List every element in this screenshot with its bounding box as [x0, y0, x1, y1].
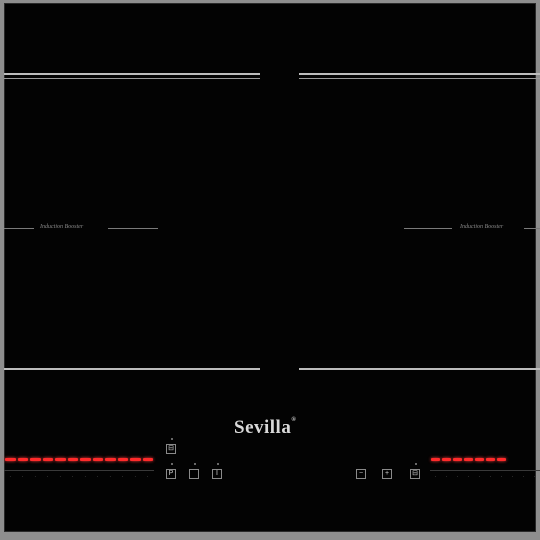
- left-power-slider[interactable]: · · · · · · · · · · · ·: [4, 456, 154, 486]
- cooktop-panel: Induction Booster Induction Booster Sevi…: [0, 0, 540, 540]
- power-level-segment: [497, 458, 506, 461]
- slider-tick-mark: ·: [109, 474, 112, 480]
- slider-tick-mark: ·: [84, 474, 87, 480]
- slider-tick-mark: ·: [478, 474, 481, 480]
- pause-button[interactable]: P: [166, 469, 176, 479]
- slider-tick-mark: ·: [21, 474, 24, 480]
- power-level-segment: [92, 458, 103, 461]
- power-level-segment: [464, 458, 473, 461]
- right-zone-label: Induction Booster: [460, 224, 504, 230]
- left-zone-dash-a: [4, 228, 34, 229]
- keep-warm-indicator-dot: [194, 463, 196, 465]
- slider-tick-mark: ·: [489, 474, 492, 480]
- slider-tick-mark: ·: [134, 474, 137, 480]
- slider-tick-mark: ·: [434, 474, 437, 480]
- power-level-segment: [475, 458, 484, 461]
- power-level-segment: [431, 458, 440, 461]
- power-level-segment: [5, 458, 16, 461]
- power-level-segment: [105, 458, 116, 461]
- timer-indicator-dot: [415, 463, 417, 465]
- brand-name: Sevilla: [234, 417, 292, 438]
- right-zone-marker: Induction Booster: [404, 224, 540, 233]
- slider-tick-mark: ·: [467, 474, 470, 480]
- slider-tick-mark: ·: [511, 474, 514, 480]
- left-slider-rail: [4, 470, 154, 471]
- power-level-segment: [453, 458, 462, 461]
- slider-tick-mark: ·: [71, 474, 74, 480]
- slider-tick-mark: ·: [522, 474, 525, 480]
- left-slider-indicator: [4, 458, 154, 464]
- left-zone-top-line: [4, 73, 260, 75]
- left-slider-ticks: · · · · · · · · · · · ·: [4, 474, 154, 483]
- power-button[interactable]: I: [212, 469, 222, 479]
- child-lock-button[interactable]: ⊟: [166, 444, 176, 454]
- slider-tick-mark: ·: [46, 474, 49, 480]
- slider-tick-mark: ·: [59, 474, 62, 480]
- power-indicator-dot: [217, 463, 219, 465]
- slider-tick-mark: ·: [96, 474, 99, 480]
- right-slider-indicator: [430, 458, 540, 464]
- slider-tick-mark: ·: [121, 474, 124, 480]
- lock-indicator-dot: [171, 438, 173, 440]
- power-level-segment: [142, 458, 153, 461]
- brand-logo: Sevilla®: [234, 417, 324, 445]
- left-zone-label: Induction Booster: [40, 224, 84, 230]
- slider-tick-mark: ·: [34, 474, 37, 480]
- power-level-segment: [117, 458, 128, 461]
- left-zone-marker: Induction Booster: [4, 224, 158, 233]
- left-zone-dash-b: [108, 228, 158, 229]
- right-slider-ticks: · · · · · · · · · ·: [430, 474, 540, 483]
- slider-tick-mark: ·: [456, 474, 459, 480]
- power-level-segment: [55, 458, 66, 461]
- right-zone-dash-b: [524, 228, 540, 229]
- power-level-segment: [30, 458, 41, 461]
- plus-button[interactable]: +: [382, 469, 392, 479]
- pause-indicator-dot: [171, 463, 173, 465]
- right-slider-rail: [430, 470, 540, 471]
- brand-reg-mark: ®: [291, 417, 297, 423]
- power-level-segment: [42, 458, 53, 461]
- right-zone-bottom-line: [299, 368, 540, 370]
- right-zone-top-line: [299, 73, 540, 75]
- slider-tick-mark: ·: [9, 474, 12, 480]
- left-zone-bottom-line: [4, 368, 260, 370]
- power-level-segment: [80, 458, 91, 461]
- slider-tick-mark: ·: [445, 474, 448, 480]
- right-power-slider[interactable]: · · · · · · · · · ·: [430, 456, 540, 486]
- power-level-segment: [442, 458, 451, 461]
- power-level-segment: [17, 458, 28, 461]
- power-level-segment: [130, 458, 141, 461]
- power-level-segment: [67, 458, 78, 461]
- right-zone-top-line-inner: [299, 78, 540, 79]
- slider-tick-mark: ·: [500, 474, 503, 480]
- keep-warm-button[interactable]: [189, 469, 199, 479]
- minus-button[interactable]: −: [356, 469, 366, 479]
- slider-tick-mark: ·: [146, 474, 149, 480]
- power-level-segment: [486, 458, 495, 461]
- right-zone-dash-a: [404, 228, 452, 229]
- slider-tick-mark: ·: [533, 474, 536, 480]
- timer-button[interactable]: ⊟: [410, 469, 420, 479]
- left-zone-top-line-inner: [4, 78, 260, 79]
